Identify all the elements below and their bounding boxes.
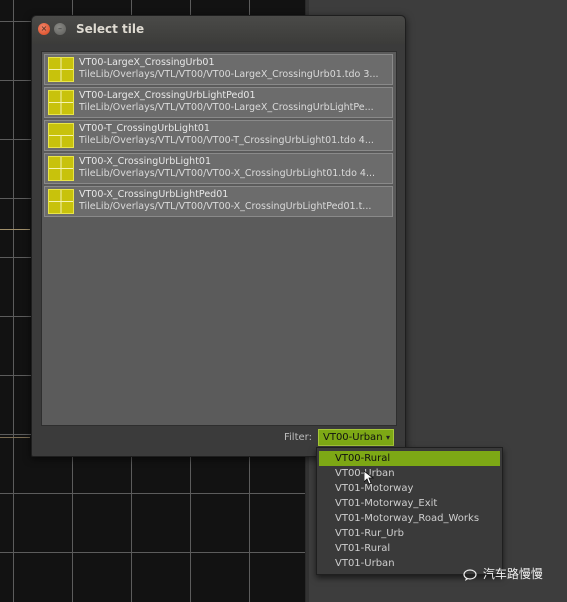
grid-highlight-line xyxy=(0,229,30,230)
tile-list-item[interactable]: VT00-X_CrossingUrbLight01 TileLib/Overla… xyxy=(44,153,393,184)
watermark: 汽车路慢慢 xyxy=(463,565,563,585)
x-crossing-icon xyxy=(48,156,74,181)
tile-name: VT00-LargeX_CrossingUrbLightPed01 xyxy=(79,90,256,101)
large-x-crossing-icon xyxy=(48,90,74,115)
tile-list-item[interactable]: VT00-T_CrossingUrbLight01 TileLib/Overla… xyxy=(44,120,393,151)
minimize-icon[interactable]: – xyxy=(54,23,66,35)
tile-path: TileLib/Overlays/VTL/VT00/VT00-LargeX_Cr… xyxy=(79,102,374,113)
filter-select[interactable]: VT00-Urban ▾ xyxy=(318,429,394,446)
mouse-cursor-icon xyxy=(363,470,375,489)
filter-option[interactable]: VT01-Rural xyxy=(319,541,500,556)
chevron-down-icon: ▾ xyxy=(385,433,390,442)
tile-list[interactable]: VT00-LargeX_CrossingUrb01 TileLib/Overla… xyxy=(41,51,397,426)
filter-option[interactable]: VT01-Motorway_Road_Works xyxy=(319,511,500,526)
tile-path: TileLib/Overlays/VTL/VT00/VT00-LargeX_Cr… xyxy=(79,69,379,80)
filter-label: Filter: xyxy=(284,432,312,443)
filter-option[interactable]: VT00-Urban xyxy=(319,466,500,481)
dialog-title: Select tile xyxy=(76,22,145,36)
tile-list-item[interactable]: VT00-LargeX_CrossingUrbLightPed01 TileLi… xyxy=(44,87,393,118)
filter-select-value: VT00-Urban xyxy=(323,432,383,443)
close-icon[interactable]: × xyxy=(38,23,50,35)
t-crossing-icon xyxy=(48,123,74,148)
filter-option[interactable]: VT01-Motorway_Exit xyxy=(319,496,500,511)
tile-name: VT00-LargeX_CrossingUrb01 xyxy=(79,57,215,68)
dialog-titlebar[interactable]: × – Select tile xyxy=(32,16,405,44)
tile-path: TileLib/Overlays/VTL/VT00/VT00-X_Crossin… xyxy=(79,201,372,212)
grid-highlight-line xyxy=(0,437,30,438)
watermark-text: 汽车路慢慢 xyxy=(482,567,543,581)
filter-option[interactable]: VT00-Rural xyxy=(319,451,500,466)
large-x-crossing-icon xyxy=(48,57,74,82)
tile-name: VT00-X_CrossingUrbLight01 xyxy=(79,156,212,167)
filter-dropdown-menu: VT00-Rural VT00-Urban VT01-Motorway VT01… xyxy=(316,447,503,575)
chat-bubble-icon xyxy=(463,568,477,581)
tile-name: VT00-X_CrossingUrbLightPed01 xyxy=(79,189,229,200)
filter-option[interactable]: VT01-Motorway xyxy=(319,481,500,496)
x-crossing-icon xyxy=(48,189,74,214)
tile-list-item[interactable]: VT00-X_CrossingUrbLightPed01 TileLib/Ove… xyxy=(44,186,393,217)
tile-path: TileLib/Overlays/VTL/VT00/VT00-T_Crossin… xyxy=(79,135,374,146)
tile-name: VT00-T_CrossingUrbLight01 xyxy=(79,123,210,134)
select-tile-dialog: × – Select tile VT00-LargeX_CrossingUrb0… xyxy=(31,15,406,457)
tile-path: TileLib/Overlays/VTL/VT00/VT00-X_Crossin… xyxy=(79,168,375,179)
filter-option[interactable]: VT01-Rur_Urb xyxy=(319,526,500,541)
tile-list-item[interactable]: VT00-LargeX_CrossingUrb01 TileLib/Overla… xyxy=(44,54,393,85)
